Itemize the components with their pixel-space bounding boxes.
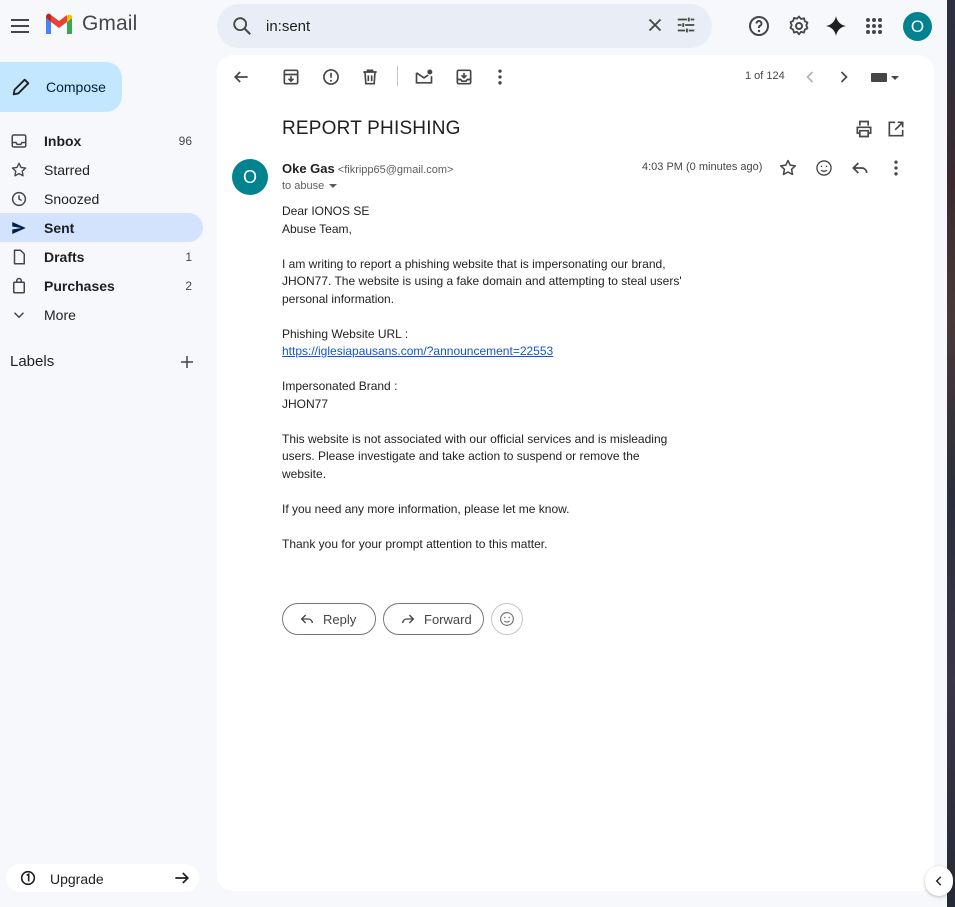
- compose-label: Compose: [46, 79, 106, 95]
- upgrade-icon: [20, 870, 36, 886]
- account-avatar[interactable]: O: [903, 12, 932, 41]
- more-vert-icon[interactable]: [886, 158, 906, 178]
- settings-icon[interactable]: [787, 14, 811, 38]
- sidebar-nav: Inbox 96 Starred Snoozed Sent Drafts 1 P…: [0, 126, 216, 329]
- mark-unread-icon[interactable]: [414, 67, 434, 87]
- labels-heading: Labels: [10, 353, 55, 370]
- star-icon[interactable]: [778, 158, 798, 178]
- shopping-bag-icon: [13, 277, 25, 294]
- inbox-icon: [11, 134, 27, 148]
- menu-icon[interactable]: [8, 14, 32, 38]
- clock-icon: [11, 191, 27, 207]
- chevron-down-icon: [13, 312, 25, 319]
- greeting-line: Dear IONOS SE: [282, 204, 370, 218]
- print-icon[interactable]: [854, 119, 874, 139]
- back-arrow-icon[interactable]: [231, 67, 251, 87]
- upgrade-button[interactable]: Upgrade: [6, 864, 199, 892]
- sidebar-item-starred[interactable]: Starred: [0, 155, 203, 184]
- body-paragraph: This website is not associated with our …: [282, 431, 668, 481]
- emoji-icon[interactable]: [814, 158, 834, 178]
- sidebar-item-sent[interactable]: Sent: [0, 213, 203, 242]
- sender-line: Oke Gas <fikripp65@gmail.com>: [282, 161, 453, 176]
- pencil-icon: [12, 78, 30, 96]
- archive-icon[interactable]: [281, 67, 301, 87]
- top-bar: Gmail O: [0, 0, 955, 52]
- emoji-react-button[interactable]: [491, 603, 523, 635]
- apps-icon[interactable]: [862, 14, 886, 38]
- open-in-new-window-icon[interactable]: [886, 119, 906, 139]
- search-bar[interactable]: [217, 4, 712, 48]
- sidebar-item-label: Purchases: [44, 278, 115, 294]
- keyboard-icon[interactable]: [870, 67, 902, 87]
- brand-value: JHON77: [282, 396, 329, 411]
- greeting-line: Abuse Team,: [282, 221, 352, 236]
- gmail-logo[interactable]: Gmail: [44, 12, 137, 36]
- sidebar-item-label: Snoozed: [44, 191, 100, 207]
- unread-count: 96: [178, 134, 192, 148]
- url-label: Phishing Website URL :: [282, 326, 409, 341]
- report-spam-icon[interactable]: [321, 67, 341, 87]
- sidebar-item-label: Inbox: [44, 133, 82, 149]
- sidebar-item-inbox[interactable]: Inbox 96: [0, 126, 203, 155]
- search-icon[interactable]: [231, 15, 253, 37]
- draft-icon: [13, 249, 25, 265]
- reply-label: Reply: [323, 611, 357, 627]
- email-timestamp: 4:03 PM (0 minutes ago): [642, 161, 763, 173]
- sender-name[interactable]: Oke Gas: [282, 161, 335, 176]
- body-paragraph: If you need any more information, please…: [282, 501, 570, 516]
- reply-icon[interactable]: [850, 158, 870, 178]
- arrow-right-icon: [175, 872, 190, 884]
- body-paragraph: Thank you for your prompt attention to t…: [282, 536, 548, 551]
- close-icon[interactable]: [644, 14, 666, 36]
- gemini-icon[interactable]: [824, 14, 848, 38]
- app-title: Gmail: [82, 12, 138, 35]
- forward-label: Forward: [424, 611, 472, 627]
- brand-label: Impersonated Brand :: [282, 379, 398, 393]
- help-icon[interactable]: [747, 14, 771, 38]
- compose-button[interactable]: Compose: [0, 62, 122, 112]
- recipient-line[interactable]: to abuse: [282, 180, 338, 192]
- sidebar-item-drafts[interactable]: Drafts 1: [0, 242, 203, 271]
- toolbar-divider: [397, 66, 398, 86]
- sidebar-item-purchases[interactable]: Purchases 2: [0, 271, 203, 300]
- background-window-edge: [947, 0, 955, 907]
- star-icon: [11, 162, 27, 177]
- sidebar-item-label: Drafts: [44, 249, 85, 265]
- body-paragraph: I am writing to report a phishing websit…: [282, 256, 682, 306]
- sidebar-item-label: Sent: [44, 220, 75, 236]
- forward-icon: [402, 614, 415, 624]
- sidebar-item-label: More: [44, 307, 76, 323]
- sender-email: <fikripp65@gmail.com>: [337, 164, 454, 176]
- send-icon: [12, 222, 26, 234]
- delete-icon[interactable]: [360, 67, 380, 87]
- chevron-left-icon[interactable]: [800, 67, 820, 87]
- add-label-icon[interactable]: [178, 353, 196, 371]
- purchases-count: 2: [185, 279, 192, 293]
- upgrade-label: Upgrade: [50, 871, 104, 887]
- tune-icon[interactable]: [675, 14, 697, 36]
- move-to-icon[interactable]: [454, 67, 474, 87]
- more-vert-icon[interactable]: [490, 67, 510, 87]
- gmail-m-icon: [46, 13, 72, 34]
- reply-icon: [300, 614, 313, 624]
- page-count: 1 of 124: [745, 70, 785, 82]
- caret-down-icon[interactable]: [328, 181, 338, 191]
- email-body: Dear IONOS SE Abuse Team, I am writing t…: [282, 203, 682, 553]
- draft-count: 1: [185, 250, 192, 264]
- sidebar-item-label: Starred: [44, 162, 90, 178]
- emoji-icon: [500, 612, 514, 626]
- sidebar-item-snoozed[interactable]: Snoozed: [0, 184, 203, 213]
- reply-button[interactable]: Reply: [282, 603, 376, 635]
- sidebar-item-more[interactable]: More: [0, 300, 203, 329]
- search-input[interactable]: [266, 15, 626, 37]
- sender-avatar[interactable]: O: [232, 159, 268, 195]
- chevron-left-icon: [935, 876, 942, 886]
- email-subject: REPORT PHISHING: [282, 118, 461, 139]
- chevron-right-icon[interactable]: [834, 67, 854, 87]
- to-label: to abuse: [282, 180, 325, 192]
- message-view: 1 of 124 REPORT PHISHING O Oke Gas <fikri…: [217, 55, 934, 891]
- forward-button[interactable]: Forward: [383, 603, 484, 635]
- collapse-side-panel-button[interactable]: [925, 866, 953, 896]
- phishing-url-link[interactable]: https://iglesiapausans.com/?announcement…: [282, 344, 553, 358]
